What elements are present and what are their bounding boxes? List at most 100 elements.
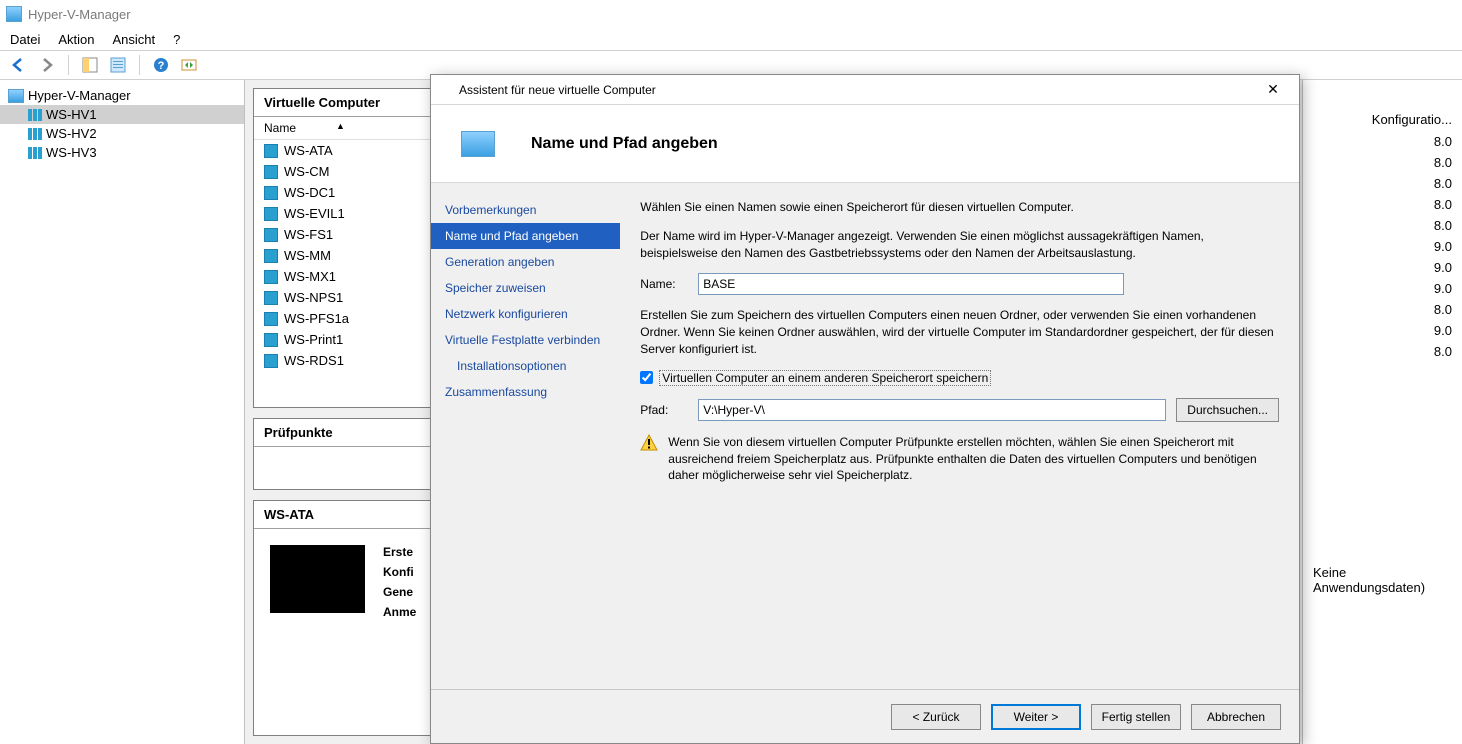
wizard-page-title: Name und Pfad angeben (531, 135, 718, 153)
close-button[interactable]: ✕ (1255, 78, 1291, 102)
config-value: 8.0 (1303, 131, 1462, 152)
vm-icon (264, 228, 278, 242)
window-title: Hyper-V-Manager (28, 7, 131, 22)
config-value: 9.0 (1303, 236, 1462, 257)
wizard-intro-2: Der Name wird im Hyper-V-Manager angezei… (640, 228, 1279, 262)
vm-icon (264, 165, 278, 179)
vm-name: WS-Print1 (284, 332, 343, 347)
vm-icon (264, 249, 278, 263)
show-hide-tree-button[interactable] (79, 54, 101, 76)
wizard-step[interactable]: Vorbemerkungen (431, 197, 620, 223)
storage-text: Erstellen Sie zum Speichern des virtuell… (640, 307, 1279, 357)
config-value: 8.0 (1303, 173, 1462, 194)
config-value: 8.0 (1303, 152, 1462, 173)
browse-button[interactable]: Durchsuchen... (1176, 398, 1279, 422)
wizard-intro-1: Wählen Sie einen Namen sowie einen Speic… (640, 199, 1279, 216)
tree-pane: Hyper-V-Manager WS-HV1 WS-HV2 WS-HV3 (0, 80, 245, 744)
wizard-header-icon (461, 131, 495, 157)
toolbar-separator (68, 55, 69, 75)
wizard-step[interactable]: Zusammenfassung (431, 379, 620, 405)
right-footer-text: Keine Anwendungsdaten) (1303, 562, 1462, 598)
vm-icon (264, 354, 278, 368)
store-elsewhere-label[interactable]: Virtuellen Computer an einem anderen Spe… (659, 370, 991, 386)
refresh-button[interactable] (178, 54, 200, 76)
wizard-step[interactable]: Name und Pfad angeben (431, 223, 620, 249)
store-elsewhere-row: Virtuellen Computer an einem anderen Spe… (640, 370, 1279, 386)
vm-icon (264, 207, 278, 221)
window-titlebar: Hyper-V-Manager (0, 0, 1462, 28)
server-icon (28, 128, 42, 140)
vm-icon (264, 291, 278, 305)
vm-name: WS-PFS1a (284, 311, 349, 326)
vm-name: WS-NPS1 (284, 290, 343, 305)
wizard-step[interactable]: Netzwerk konfigurieren (431, 301, 620, 327)
tree-root[interactable]: Hyper-V-Manager (0, 86, 244, 105)
cancel-button[interactable]: Abbrechen (1191, 704, 1281, 730)
tree-server[interactable]: WS-HV2 (0, 124, 244, 143)
wizard-content: Wählen Sie einen Namen sowie einen Speic… (620, 183, 1299, 689)
menubar: Datei Aktion Ansicht ? (0, 28, 1462, 50)
name-field-row: Name: (640, 273, 1279, 295)
detail-label: Gene (383, 585, 416, 599)
config-value: 9.0 (1303, 278, 1462, 299)
wizard-step[interactable]: Installationsoptionen (431, 353, 620, 379)
back-button[interactable] (8, 54, 30, 76)
vm-icon (264, 270, 278, 284)
vm-name: WS-MM (284, 248, 331, 263)
properties-button[interactable] (107, 54, 129, 76)
vm-thumbnail (270, 545, 365, 613)
wizard-titlebar[interactable]: Assistent für neue virtuelle Computer ✕ (431, 75, 1299, 105)
wizard-icon (439, 83, 453, 97)
app-icon (6, 6, 22, 22)
detail-label: Erste (383, 545, 416, 559)
tree-server-label: WS-HV1 (46, 107, 97, 122)
vm-icon (264, 186, 278, 200)
forward-button[interactable] (36, 54, 58, 76)
finish-button[interactable]: Fertig stellen (1091, 704, 1181, 730)
close-icon: ✕ (1267, 81, 1279, 98)
toolbar-separator (139, 55, 140, 75)
vm-path-input[interactable] (698, 399, 1166, 421)
back-button[interactable]: < Zurück (891, 704, 981, 730)
menu-help[interactable]: ? (173, 32, 180, 47)
vm-icon (264, 312, 278, 326)
tree-server[interactable]: WS-HV3 (0, 143, 244, 162)
menu-action[interactable]: Aktion (58, 32, 94, 47)
vm-name: WS-ATA (284, 143, 333, 158)
tree-server-label: WS-HV3 (46, 145, 97, 160)
wizard-step[interactable]: Generation angeben (431, 249, 620, 275)
path-field-row: Pfad: Durchsuchen... (640, 398, 1279, 422)
vm-name: WS-MX1 (284, 269, 336, 284)
vm-name-input[interactable] (698, 273, 1124, 295)
wizard-footer: < Zurück Weiter > Fertig stellen Abbrech… (431, 689, 1299, 743)
detail-label: Anme (383, 605, 416, 619)
hyper-v-icon (8, 89, 24, 103)
menu-file[interactable]: Datei (10, 32, 40, 47)
store-elsewhere-checkbox[interactable] (640, 371, 653, 384)
wizard-step[interactable]: Speicher zuweisen (431, 275, 620, 301)
tree-server[interactable]: WS-HV1 (0, 105, 244, 124)
wizard-steps: Vorbemerkungen Name und Pfad angeben Gen… (431, 183, 620, 689)
wizard-step[interactable]: Virtuelle Festplatte verbinden (431, 327, 620, 353)
vm-icon (264, 333, 278, 347)
vm-icon (264, 144, 278, 158)
wizard-header: Name und Pfad angeben (431, 105, 1299, 183)
vm-name: WS-CM (284, 164, 330, 179)
menu-view[interactable]: Ansicht (113, 32, 156, 47)
vm-name: WS-DC1 (284, 185, 335, 200)
detail-label: Konfi (383, 565, 416, 579)
config-value: 9.0 (1303, 320, 1462, 341)
col-name: Name (264, 121, 296, 135)
warning-text: Wenn Sie von diesem virtuellen Computer … (668, 434, 1279, 484)
help-button[interactable]: ? (150, 54, 172, 76)
warning-row: Wenn Sie von diesem virtuellen Computer … (640, 434, 1279, 484)
wizard-window-title: Assistent für neue virtuelle Computer (459, 83, 656, 97)
config-value: 8.0 (1303, 299, 1462, 320)
svg-text:?: ? (158, 60, 165, 72)
right-column: Konfiguratio... 8.0 8.0 8.0 8.0 8.0 9.0 … (1302, 80, 1462, 744)
config-value: 8.0 (1303, 194, 1462, 215)
vm-name: WS-RDS1 (284, 353, 344, 368)
config-value: 8.0 (1303, 215, 1462, 236)
next-button[interactable]: Weiter > (991, 704, 1081, 730)
config-col-header[interactable]: Konfiguratio... (1303, 108, 1462, 131)
